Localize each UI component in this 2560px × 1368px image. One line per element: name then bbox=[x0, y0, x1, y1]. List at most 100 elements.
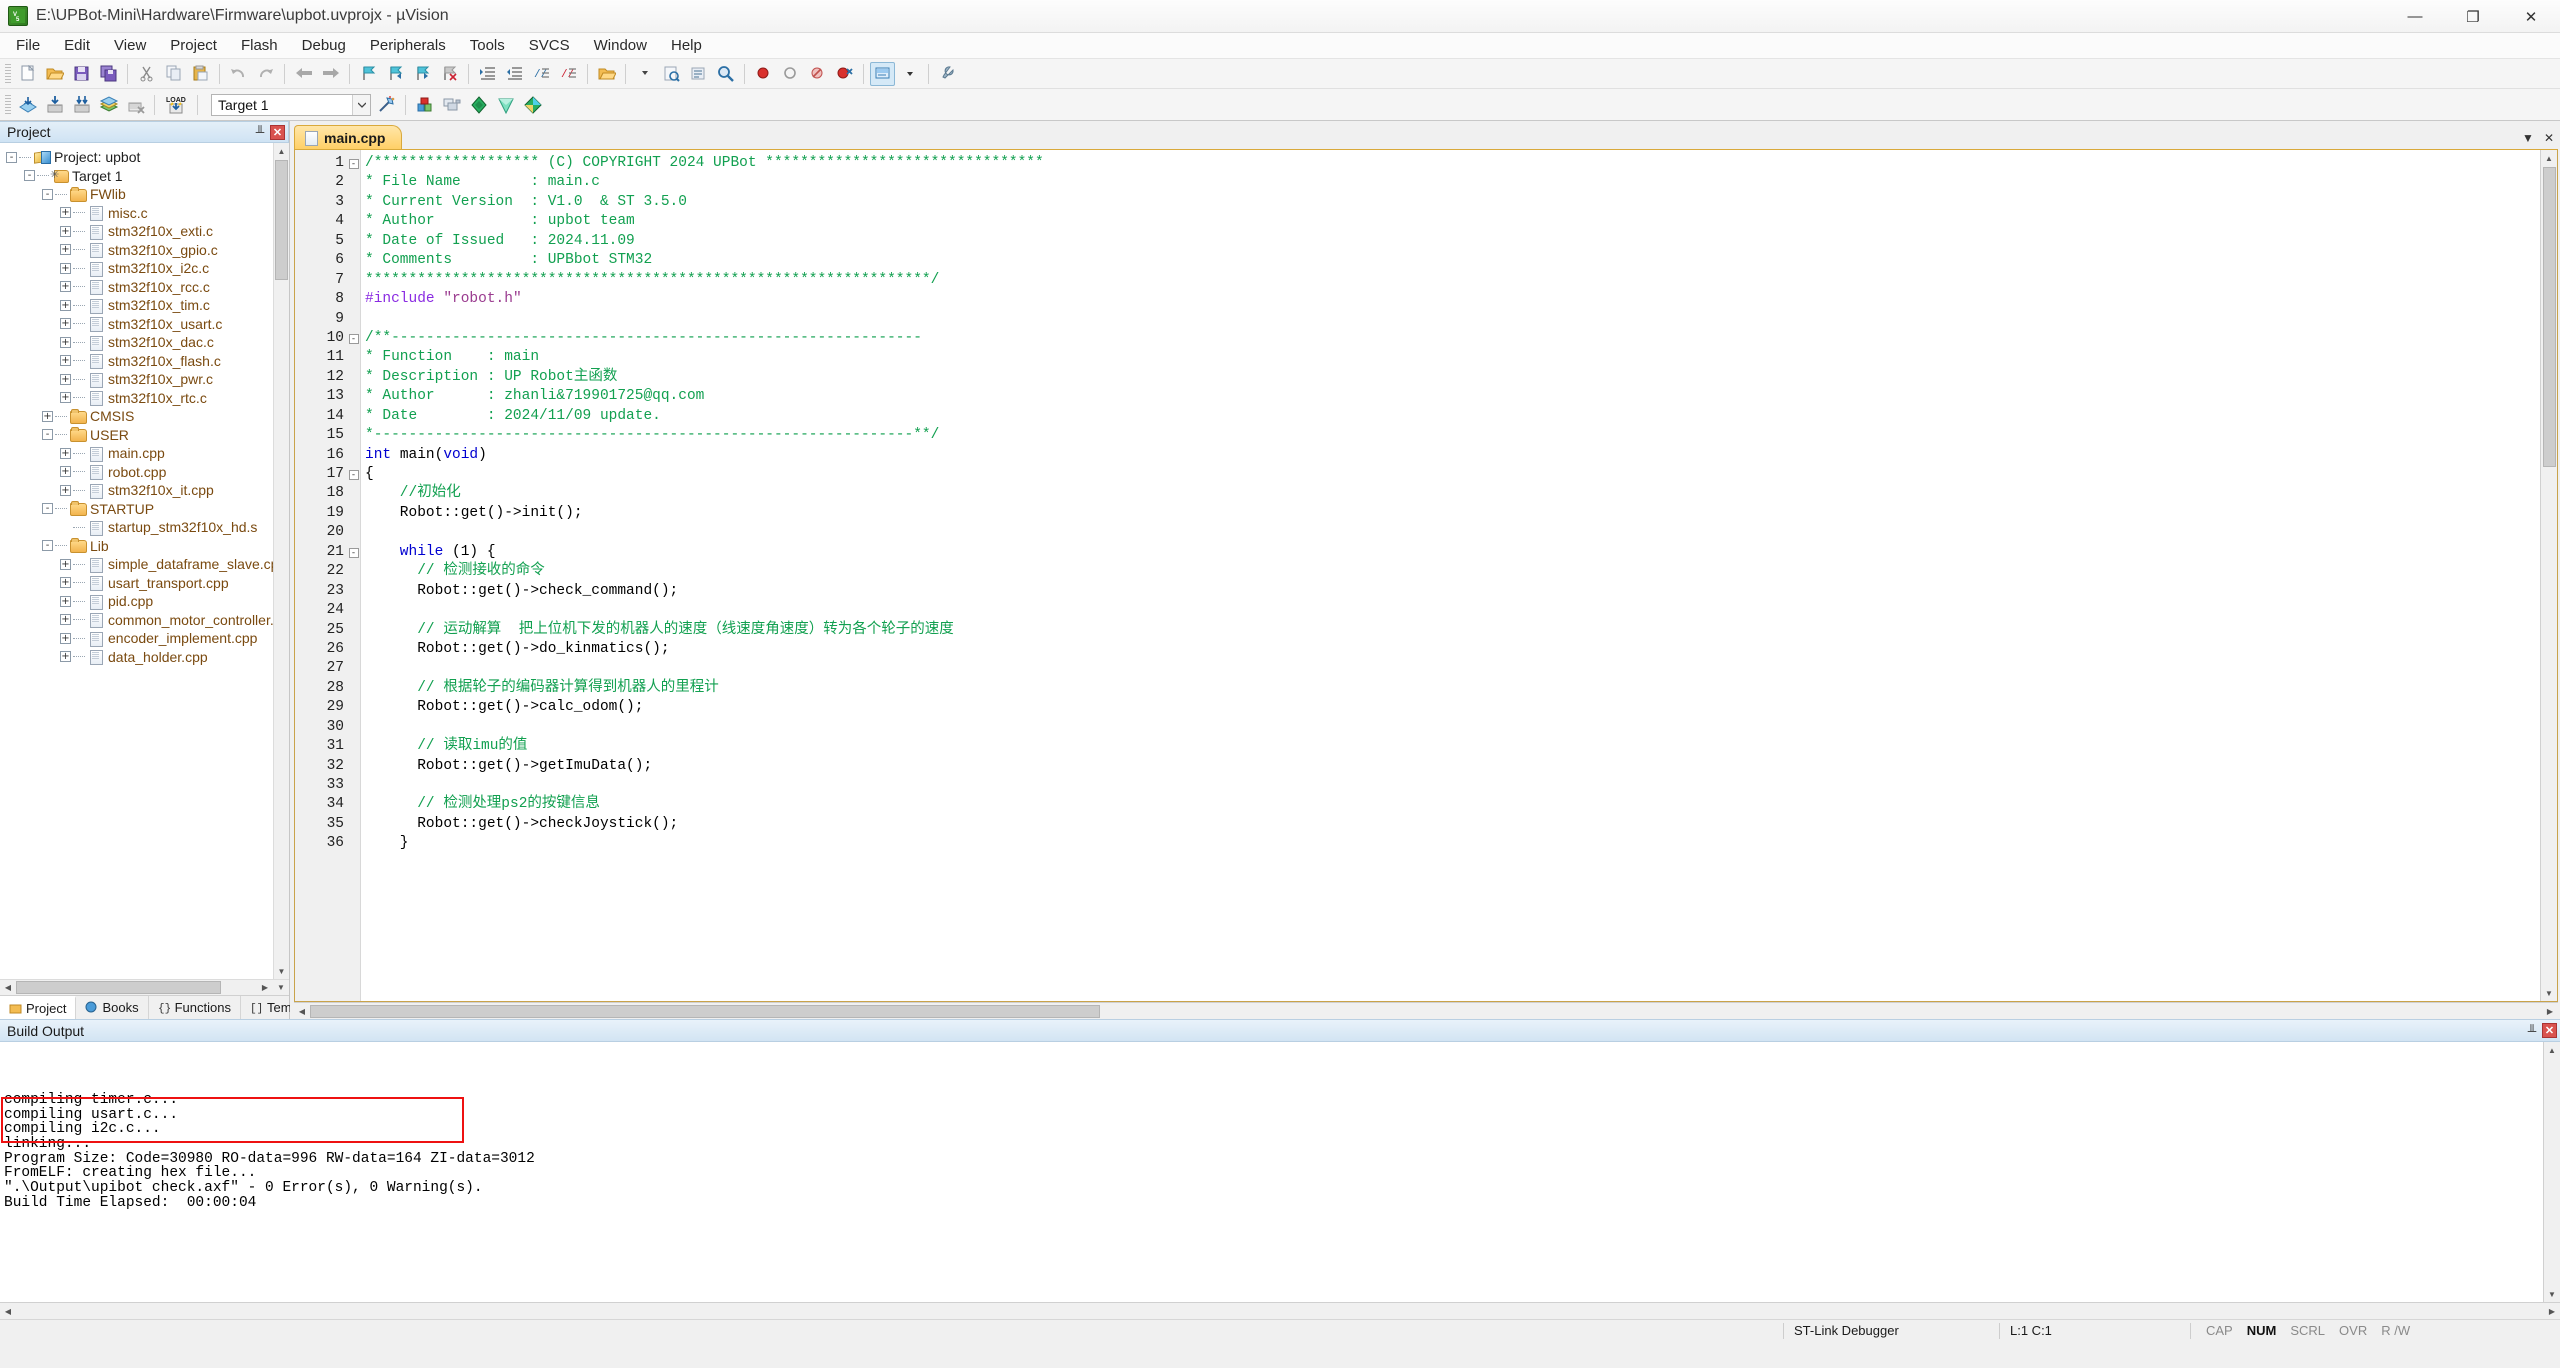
indent-icon[interactable] bbox=[475, 62, 500, 86]
comment-icon[interactable]: // bbox=[529, 62, 554, 86]
save-icon[interactable] bbox=[69, 62, 94, 86]
manage-project-items-icon[interactable] bbox=[412, 93, 437, 117]
new-file-icon[interactable] bbox=[15, 62, 40, 86]
status-flag-rw[interactable]: R /W bbox=[2376, 1323, 2415, 1338]
chevron-down-icon[interactable] bbox=[352, 94, 370, 115]
build-output-body[interactable]: compiling timer.c... compiling usart.c...… bbox=[0, 1042, 2560, 1302]
target-options-icon[interactable] bbox=[374, 93, 399, 117]
tree-item[interactable]: + encoder_implement.cpp bbox=[6, 629, 273, 648]
tree-item[interactable]: + data_holder.cpp bbox=[6, 648, 273, 667]
stop-build-icon[interactable] bbox=[123, 93, 148, 117]
find-in-files-icon[interactable] bbox=[659, 62, 684, 86]
scroll-down-icon[interactable]: ▼ bbox=[2541, 985, 2557, 1001]
bookmark-prev-icon[interactable] bbox=[383, 62, 408, 86]
expand-toggle-icon[interactable]: + bbox=[60, 281, 71, 293]
menu-peripherals[interactable]: Peripherals bbox=[358, 34, 458, 57]
build-icon[interactable] bbox=[42, 93, 67, 117]
expand-toggle-icon[interactable]: + bbox=[60, 466, 71, 478]
project-tree-hscrollbar[interactable]: ◀ ▶ ▼ bbox=[0, 979, 289, 996]
collapse-toggle-icon[interactable]: - bbox=[42, 188, 53, 200]
tree-item[interactable]: - USER bbox=[6, 426, 273, 445]
document-tab-main-cpp[interactable]: main.cpp bbox=[294, 125, 403, 149]
scroll-right-icon[interactable]: ▶ bbox=[2544, 1303, 2560, 1319]
toolbar-grip[interactable] bbox=[5, 94, 11, 115]
remove-breakpoint-icon[interactable] bbox=[778, 62, 803, 86]
tree-item[interactable]: startup_stm32f10x_hd.s bbox=[6, 518, 273, 537]
expand-toggle-icon[interactable]: + bbox=[60, 614, 71, 626]
configure-icon[interactable] bbox=[935, 62, 960, 86]
manage-run-time-env-icon[interactable] bbox=[466, 93, 491, 117]
expand-toggle-icon[interactable]: + bbox=[60, 355, 71, 367]
project-tree-scrollbar[interactable]: ▲ ▼ bbox=[273, 143, 289, 979]
minimize-button[interactable]: — bbox=[2386, 0, 2444, 33]
fold-toggle-icon[interactable]: - bbox=[348, 547, 359, 558]
expand-toggle-icon[interactable]: + bbox=[60, 207, 71, 219]
menu-debug[interactable]: Debug bbox=[290, 34, 358, 57]
tree-item[interactable]: + misc.c bbox=[6, 204, 273, 223]
tree-item[interactable]: + CMSIS bbox=[6, 407, 273, 426]
paste-icon[interactable] bbox=[188, 62, 213, 86]
expand-toggle-icon[interactable]: + bbox=[60, 558, 71, 570]
build-vscrollbar[interactable]: ▲ ▼ bbox=[2543, 1042, 2560, 1302]
navigate-forward-icon[interactable] bbox=[318, 62, 343, 86]
close-icon[interactable]: ✕ bbox=[270, 124, 285, 140]
menu-help[interactable]: Help bbox=[659, 34, 714, 57]
outdent-icon[interactable] bbox=[502, 62, 527, 86]
menu-tools[interactable]: Tools bbox=[458, 34, 517, 57]
expand-toggle-icon[interactable]: + bbox=[60, 651, 71, 663]
expand-toggle-icon[interactable]: + bbox=[60, 262, 71, 274]
target-select[interactable]: Target 1 bbox=[211, 93, 371, 116]
scroll-left-icon[interactable]: ◀ bbox=[0, 1303, 16, 1319]
tree-item[interactable]: + usart_transport.cpp bbox=[6, 574, 273, 593]
redo-icon[interactable] bbox=[253, 62, 278, 86]
pin-icon[interactable]: ╨ bbox=[2525, 1024, 2539, 1038]
tree-item[interactable]: - STARTUP bbox=[6, 500, 273, 519]
batch-build-icon[interactable] bbox=[96, 93, 121, 117]
translate-icon[interactable] bbox=[15, 93, 40, 117]
menu-svcs[interactable]: SVCS bbox=[517, 34, 582, 57]
code-text[interactable]: /******************* (C) COPYRIGHT 2024 … bbox=[361, 150, 2540, 1001]
browse-icon[interactable] bbox=[686, 62, 711, 86]
open-file-icon[interactable] bbox=[42, 62, 67, 86]
pack-installer-icon[interactable] bbox=[493, 93, 518, 117]
expand-toggle-icon[interactable]: + bbox=[60, 577, 71, 589]
menu-view[interactable]: View bbox=[102, 34, 158, 57]
tree-item[interactable]: + common_motor_controller.cpp bbox=[6, 611, 273, 630]
project-tree[interactable]: - Project: upbot - Target 1 - FWlib + misc.c + st… bbox=[0, 143, 273, 979]
scroll-right-icon[interactable]: ▶ bbox=[257, 979, 273, 996]
tree-item[interactable]: - Lib bbox=[6, 537, 273, 556]
fold-toggle-icon[interactable]: - bbox=[348, 158, 359, 169]
scroll-up-icon[interactable]: ▲ bbox=[2541, 150, 2557, 166]
tree-item[interactable]: + stm32f10x_pwr.c bbox=[6, 370, 273, 389]
menu-file[interactable]: File bbox=[4, 34, 52, 57]
collapse-toggle-icon[interactable]: - bbox=[42, 540, 53, 552]
expand-toggle-icon[interactable]: + bbox=[60, 244, 71, 256]
expand-toggle-icon[interactable]: + bbox=[60, 299, 71, 311]
collapse-toggle-icon[interactable]: - bbox=[6, 151, 17, 163]
select-software-packs-icon[interactable] bbox=[520, 93, 545, 117]
cut-icon[interactable] bbox=[134, 62, 159, 86]
build-hscrollbar[interactable]: ◀ ▶ bbox=[0, 1302, 2560, 1319]
menu-flash[interactable]: Flash bbox=[229, 34, 290, 57]
tree-item[interactable]: + stm32f10x_rtc.c bbox=[6, 389, 273, 408]
scroll-up-icon[interactable]: ▲ bbox=[2544, 1042, 2560, 1058]
tree-item[interactable]: + robot.cpp bbox=[6, 463, 273, 482]
tree-item[interactable]: + stm32f10x_tim.c bbox=[6, 296, 273, 315]
scroll-right-icon[interactable]: ▶ bbox=[2542, 1003, 2558, 1019]
editor-vscrollbar[interactable]: ▲ ▼ bbox=[2540, 150, 2557, 1001]
uncomment-icon[interactable]: // bbox=[556, 62, 581, 86]
tree-item[interactable]: + main.cpp bbox=[6, 444, 273, 463]
collapse-toggle-icon[interactable]: - bbox=[24, 170, 35, 182]
scroll-up-icon[interactable]: ▲ bbox=[273, 143, 289, 159]
tree-item[interactable]: + stm32f10x_gpio.c bbox=[6, 241, 273, 260]
scroll-down-icon[interactable]: ▼ bbox=[2544, 1286, 2560, 1302]
expand-toggle-icon[interactable]: + bbox=[60, 336, 71, 348]
bookmark-next-icon[interactable] bbox=[410, 62, 435, 86]
bookmark-clear-icon[interactable] bbox=[437, 62, 462, 86]
tree-item[interactable]: - Target 1 bbox=[6, 167, 273, 186]
rebuild-icon[interactable] bbox=[69, 93, 94, 117]
menu-project[interactable]: Project bbox=[158, 34, 229, 57]
tree-item[interactable]: - Project: upbot bbox=[6, 148, 273, 167]
collapse-toggle-icon[interactable]: - bbox=[42, 429, 53, 441]
menu-edit[interactable]: Edit bbox=[52, 34, 102, 57]
